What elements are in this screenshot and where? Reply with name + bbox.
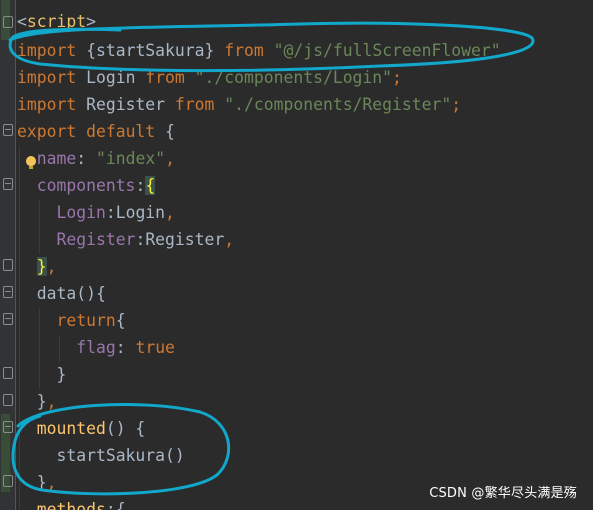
code-line-7: components:{ — [36, 176, 156, 195]
code-line-14: } — [56, 365, 67, 384]
code-line-4: import Register from "./components/Regis… — [17, 95, 462, 114]
fold-toggle-icon[interactable] — [3, 16, 13, 28]
code-line-19: methods:{ — [36, 500, 126, 510]
watermark: CSDN @繁华尽头满是殇 — [429, 486, 577, 501]
code-line-5: export default { — [17, 122, 175, 141]
code-editor[interactable]: <script> import {startSakura} from "@/js… — [0, 0, 593, 510]
code-line-15: }, — [36, 392, 57, 411]
code-line-12: return{ — [56, 311, 126, 330]
fold-toggle-icon[interactable] — [3, 313, 13, 325]
fold-toggle-icon[interactable] — [3, 421, 13, 433]
code-line-1: <script> — [17, 12, 96, 31]
fold-toggle-icon[interactable] — [3, 259, 13, 271]
code-line-10: }, — [36, 257, 57, 276]
fold-toggle-icon[interactable] — [3, 475, 13, 487]
code-line-11: data(){ — [36, 284, 106, 303]
fold-toggle-icon[interactable] — [3, 286, 13, 298]
code-line-13: flag: true — [76, 338, 175, 357]
code-line-9: Register:Register, — [56, 230, 235, 249]
gutter-divider — [15, 0, 16, 510]
code-line-2: import {startSakura} from "@/js/fullScre… — [17, 41, 501, 60]
code-line-17: startSakura() — [56, 446, 185, 465]
code-line-16: mounted() { — [36, 419, 146, 438]
code-line-6: name: "index", — [36, 149, 175, 168]
fold-toggle-icon[interactable] — [3, 394, 13, 406]
editor-gutter — [0, 0, 16, 510]
fold-toggle-icon[interactable] — [3, 178, 13, 190]
code-line-3: import Login from "./components/Login"; — [17, 68, 402, 87]
fold-toggle-icon[interactable] — [3, 367, 13, 379]
fold-toggle-icon[interactable] — [3, 124, 13, 136]
code-line-18: }, — [36, 473, 57, 492]
code-line-8: Login:Login, — [56, 203, 175, 222]
